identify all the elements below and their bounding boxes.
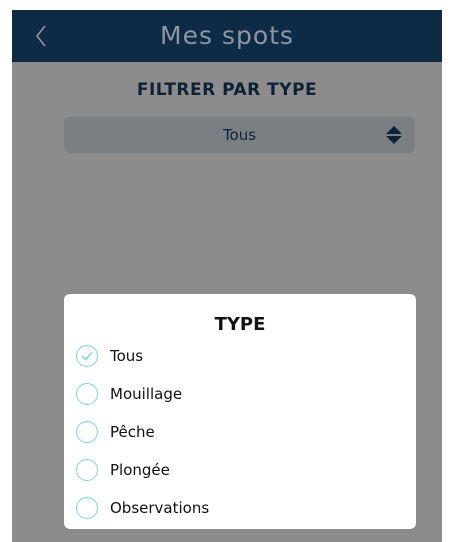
type-select-value: Tous xyxy=(222,126,257,144)
option-label: Tous xyxy=(110,347,144,365)
filter-label: FILTRER PAR TYPE xyxy=(136,80,318,100)
radio-unchecked[interactable] xyxy=(76,497,98,519)
option-peche[interactable]: Pêche xyxy=(76,413,406,451)
check-icon xyxy=(81,351,93,361)
radio-unchecked[interactable] xyxy=(76,383,98,405)
type-options-list: Tous Mouillage Pêche Plongée Observation… xyxy=(76,337,406,527)
option-label: Mouillage xyxy=(110,385,183,403)
option-label: Pêche xyxy=(110,423,155,441)
dialog-title: TYPE xyxy=(214,314,266,335)
radio-checked[interactable] xyxy=(76,345,98,367)
page-title: Mes spots xyxy=(160,21,294,50)
app-screen: Mes spots FILTRER PAR TYPE Tous TYPE Tou… xyxy=(12,10,442,542)
app-header: Mes spots xyxy=(12,10,442,62)
radio-unchecked[interactable] xyxy=(76,421,98,443)
option-observations[interactable]: Observations xyxy=(76,489,406,527)
type-dialog: TYPE Tous Mouillage Pêche Plongée Observ… xyxy=(64,294,416,529)
type-select[interactable]: Tous xyxy=(64,117,415,153)
option-tous[interactable]: Tous xyxy=(76,337,406,375)
option-label: Plongée xyxy=(110,461,170,479)
radio-unchecked[interactable] xyxy=(76,459,98,481)
option-mouillage[interactable]: Mouillage xyxy=(76,375,406,413)
option-label: Observations xyxy=(110,499,210,517)
sort-arrows-icon xyxy=(386,126,402,144)
option-plongee[interactable]: Plongée xyxy=(76,451,406,489)
